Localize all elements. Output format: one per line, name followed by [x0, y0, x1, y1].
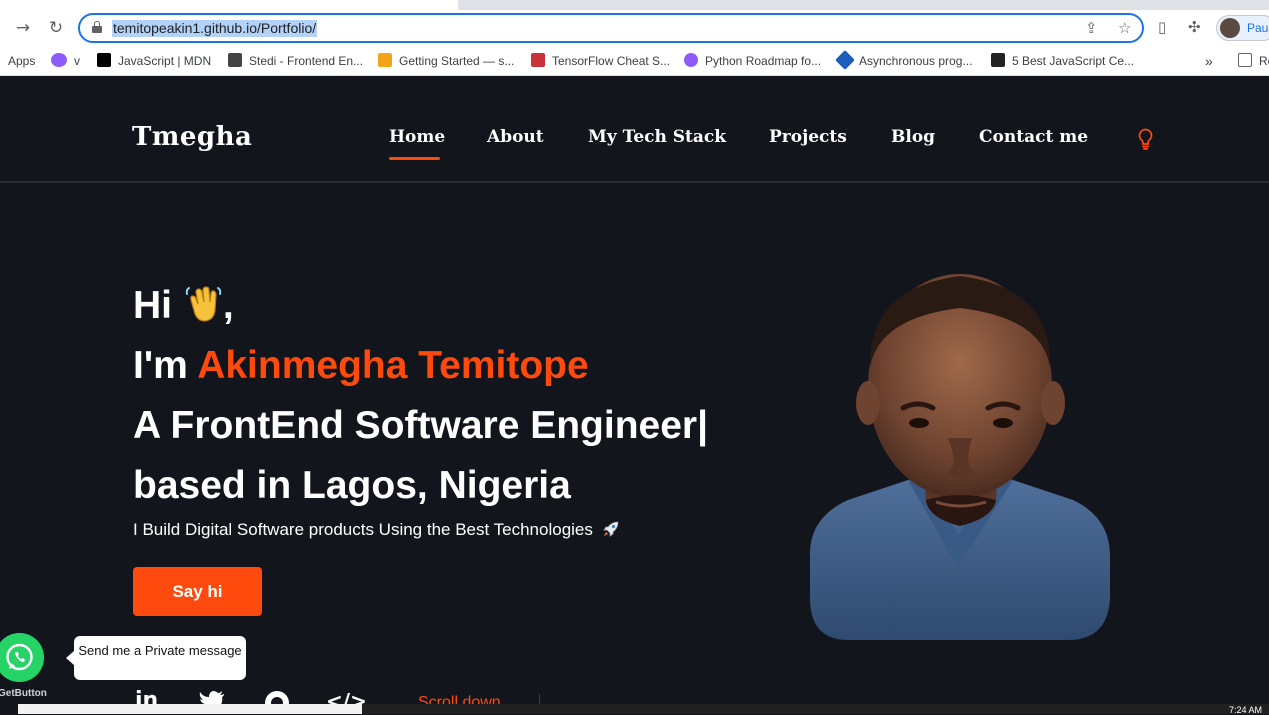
- bookmark-async[interactable]: Asynchronous prog...: [835, 50, 973, 70]
- reading-list-button[interactable]: Re: [1238, 53, 1269, 69]
- site-header: Tmegha Home About My Tech Stack Projects…: [0, 77, 1269, 183]
- bookmark-label: Python Roadmap fo...: [705, 54, 822, 68]
- bookmark-label: TensorFlow Cheat S...: [552, 54, 671, 68]
- chart-bars-icon: [378, 53, 392, 67]
- im-text: I'm: [133, 344, 198, 387]
- overflow-glyph: »: [1205, 53, 1213, 69]
- site-logo[interactable]: Tmegha: [132, 122, 252, 152]
- whatsapp-message-bubble[interactable]: Send me a Private message: [66, 636, 246, 680]
- waving-hand-icon: [185, 286, 222, 322]
- lock-icon: [92, 21, 102, 33]
- greeting-comma: ,: [222, 284, 234, 327]
- bookmark-label: Getting Started — s...: [399, 54, 515, 68]
- reload-icon[interactable]: ↻: [46, 18, 66, 38]
- bookmark-apps[interactable]: Apps: [8, 53, 35, 69]
- roadmap-icon: [684, 53, 698, 67]
- bookmark-v[interactable]: v: [51, 53, 80, 69]
- url-text[interactable]: temitopeakin1.github.io/Portfolio/: [112, 20, 318, 37]
- bookmark-label: Asynchronous prog...: [859, 54, 973, 68]
- taskbar-search-box[interactable]: [18, 704, 362, 714]
- bookmark-label: JavaScript | MDN: [118, 54, 212, 68]
- whatsapp-icon[interactable]: [0, 633, 44, 682]
- lightbulb-icon[interactable]: [1137, 128, 1154, 150]
- hero-tagline: I Build Digital Software products Using …: [133, 520, 620, 540]
- tensorflow-icon: [531, 53, 545, 67]
- stedi-icon: [228, 53, 242, 67]
- share-icon[interactable]: ⇪: [1085, 19, 1098, 37]
- nav-about[interactable]: About: [487, 127, 544, 147]
- bookmark-label: Stedi - Frontend En...: [249, 54, 364, 68]
- forward-icon[interactable]: →: [13, 18, 33, 38]
- nav-blog[interactable]: Blog: [891, 127, 935, 147]
- greeting-text: Hi: [133, 284, 172, 327]
- bookmark-label: Apps: [8, 54, 36, 68]
- bookmarks-bar: Apps v JavaScript | MDN Stedi - Frontend…: [0, 46, 1269, 76]
- nav-tech-stack[interactable]: My Tech Stack: [588, 127, 726, 147]
- reading-list-icon: [1238, 53, 1252, 67]
- bookmark-getting-started[interactable]: Getting Started — s...: [378, 53, 514, 69]
- say-hi-button[interactable]: Say hi: [133, 567, 262, 616]
- hero-intro: I'm Akinmegha Temitope: [133, 344, 589, 388]
- bookmark-tensorflow[interactable]: TensorFlow Cheat S...: [531, 53, 670, 69]
- bookmark-label: v: [74, 54, 80, 68]
- profile-button[interactable]: Paus: [1216, 15, 1269, 41]
- bookmarks-overflow-icon[interactable]: »: [1205, 53, 1213, 69]
- bookmark-stedi[interactable]: Stedi - Frontend En...: [228, 53, 363, 69]
- bookmark-python-roadmap[interactable]: Python Roadmap fo...: [684, 53, 821, 69]
- profile-name: Paus: [1247, 21, 1269, 35]
- profile-photo: [809, 274, 1111, 640]
- active-tab[interactable]: [0, 0, 458, 10]
- async-icon: [835, 50, 855, 70]
- bookmark-mdn[interactable]: JavaScript | MDN: [97, 53, 211, 69]
- getbutton-label: GetButton: [0, 688, 47, 699]
- hero-location: based in Lagos, Nigeria: [133, 464, 571, 507]
- browser-tab-strip: [0, 0, 1269, 10]
- rocket-icon: [602, 521, 619, 537]
- browser-toolbar: → ↻ temitopeakin1.github.io/Portfolio/ ⇪…: [0, 10, 1269, 46]
- nav-contact[interactable]: Contact me: [979, 127, 1088, 147]
- bookmark-label: 5 Best JavaScript Ce...: [1012, 54, 1135, 68]
- os-taskbar: [18, 704, 1269, 714]
- mdn-icon: [97, 53, 111, 67]
- bookmark-js-certs[interactable]: 5 Best JavaScript Ce...: [991, 53, 1134, 69]
- address-bar[interactable]: temitopeakin1.github.io/Portfolio/ ⇪ ☆: [78, 13, 1144, 43]
- nav-projects[interactable]: Projects: [769, 127, 847, 147]
- reading-mode-icon[interactable]: ▯: [1158, 18, 1166, 36]
- nav-home[interactable]: Home: [389, 127, 445, 147]
- hashnode-icon: [991, 53, 1005, 67]
- hero-name: Akinmegha Temitope: [197, 344, 589, 387]
- reading-list-label: Re: [1259, 54, 1269, 68]
- avatar: [1220, 18, 1240, 38]
- hero-role: A FrontEnd Software Engineer|: [133, 404, 709, 447]
- active-nav-indicator: [389, 157, 440, 160]
- bookmark-star-icon[interactable]: ☆: [1118, 19, 1131, 37]
- bookmark-favicon-icon: [51, 53, 67, 67]
- extensions-icon[interactable]: ✣: [1188, 18, 1201, 36]
- hero-greeting: Hi ,: [133, 284, 234, 328]
- tagline-text: I Build Digital Software products Using …: [133, 520, 593, 539]
